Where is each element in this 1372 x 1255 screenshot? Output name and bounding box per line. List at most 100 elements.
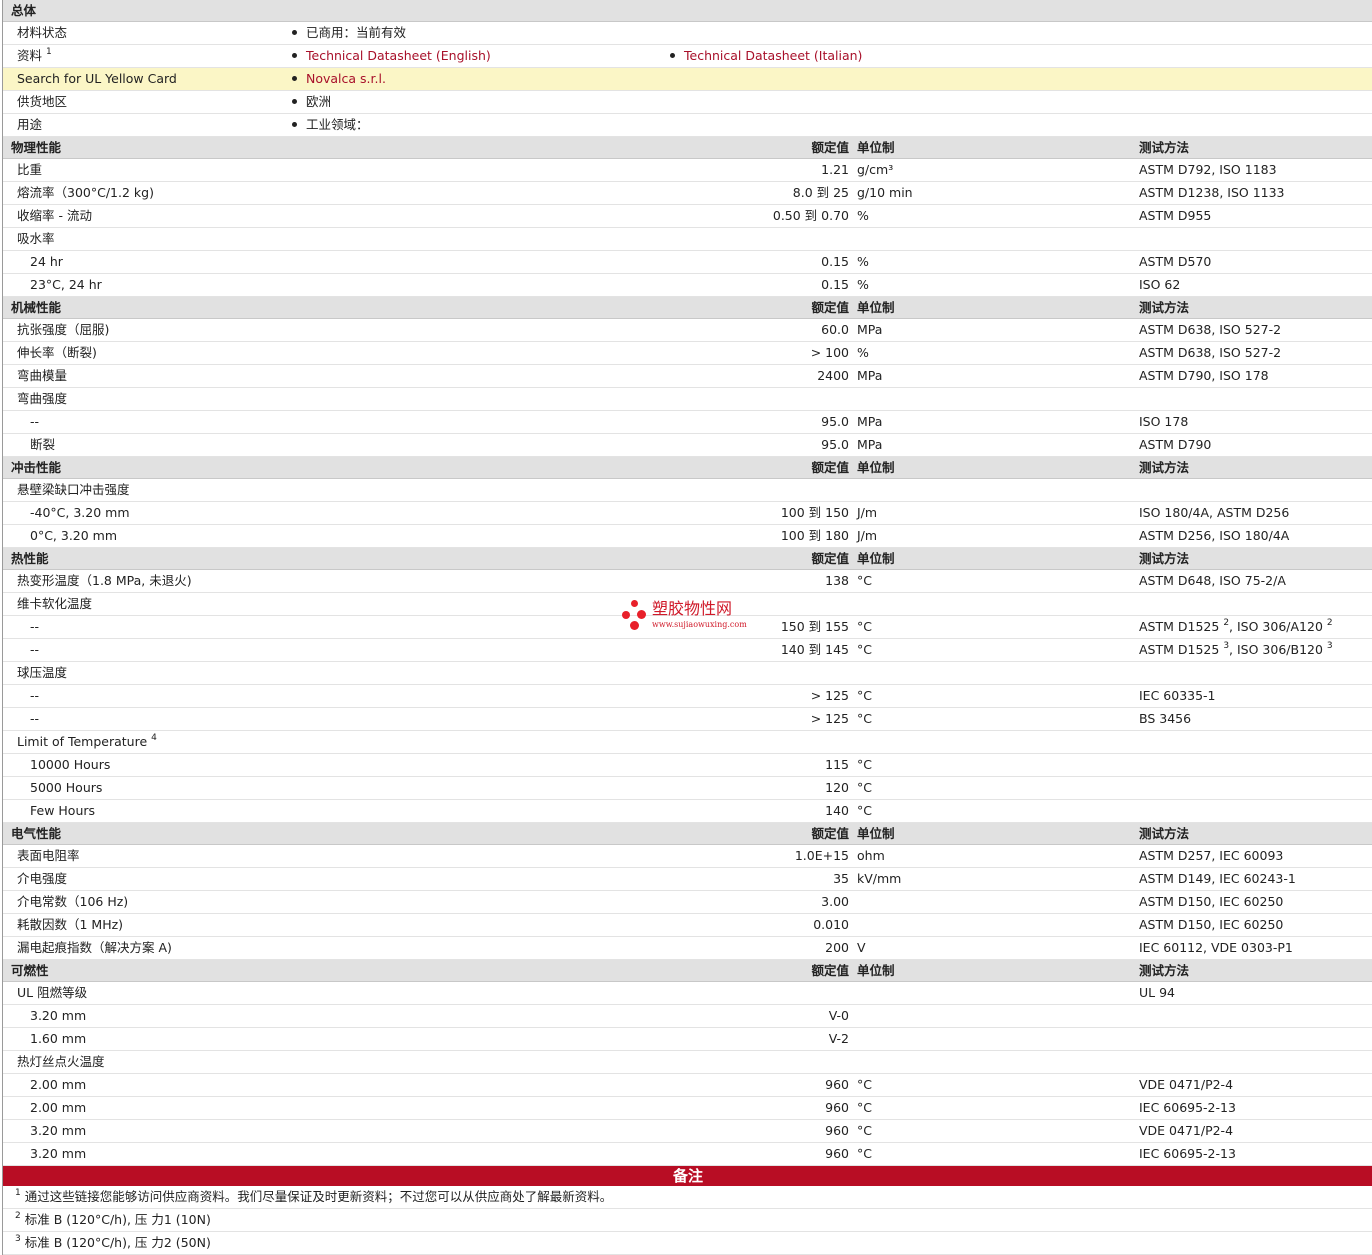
bullet-icon [292,122,297,127]
test-method-text: ASTM D1238, ISO 1133 [1139,185,1285,200]
method-column-header: 测试方法 [1139,826,1190,841]
property-value: 0.010 [813,917,849,932]
general-row-documents: 资料 1 Technical Datasheet (English) Techn… [3,45,1372,68]
test-method: ASTM D790 [1139,434,1211,456]
property-label-text: 5000 Hours [30,780,103,795]
property-label: 弯曲强度 [17,388,67,410]
test-method-text: ASTM D150, IEC 60250 [1139,894,1284,909]
property-label: 比重 [17,159,42,181]
test-method-text: ASTM D792, ISO 1183 [1139,162,1277,177]
note-text: 标准 B (120°C/h), 压 力2 (50N) [24,1235,211,1250]
section-header: 物理性能 额定值 单位制 测试方法 [3,137,1372,159]
test-method: IEC 60335-1 [1139,685,1216,707]
property-label: 介电强度 [17,868,67,890]
nominal-column-header: 额定值 [811,551,849,566]
property-value: 960 [825,1100,849,1115]
property-unit: J/m [857,505,878,520]
unit-column-header: 单位制 [857,460,895,475]
property-value: 1.21 [821,162,849,177]
property-label-text: 3.20 mm [30,1123,87,1138]
list-item: Technical Datasheet (English) [292,45,491,67]
property-label-text: 热灯丝点火温度 [17,1054,105,1069]
bullet-icon [292,30,297,35]
property-value: 960 [825,1146,849,1161]
unit-column-header: 单位制 [857,963,895,978]
property-value: 8.0 到 25 [792,185,849,200]
property-row: 抗张强度（屈服) 60.0 MPa ASTM D638, ISO 527-2 [3,319,1372,342]
property-label-text: -40°C, 3.20 mm [30,505,130,520]
test-method-text: ASTM D150, IEC 60250 [1139,917,1284,932]
property-value: > 100 [810,345,849,360]
test-method-text: ASTM D257, IEC 60093 [1139,848,1284,863]
test-method-text: ASTM D638, ISO 527-2 [1139,345,1282,360]
property-label-text: 3.20 mm [30,1008,87,1023]
test-method: ASTM D150, IEC 60250 [1139,891,1283,913]
property-row: 2.00 mm 960 °C IEC 60695-2-13 [3,1097,1372,1120]
property-unit: °C [857,573,872,588]
property-row: 1.60 mm V-2 [3,1028,1372,1051]
test-method: ASTM D257, IEC 60093 [1139,845,1283,867]
property-label-text: UL 阻燃等级 [17,985,88,1000]
section-title: 总体 [11,3,37,18]
property-row: 3.20 mm 960 °C VDE 0471/P2-4 [3,1120,1372,1143]
property-label-text: 2.00 mm [30,1077,87,1092]
property-label: 24 hr [30,251,63,273]
property-sections: 物理性能 额定值 单位制 测试方法 比重 1.21 g/cm³ ASTM D792, ISO … [3,137,1372,1166]
property-row: 表面电阻率 1.0E+15 ohm ASTM D257, IEC 60093 [3,845,1372,868]
test-method: BS 3456 [1139,708,1191,730]
property-row: 收缩率 - 流动 0.50 到 0.70% ASTM D955 [3,205,1372,228]
test-method: ASTM D150, IEC 60250 [1139,914,1283,936]
test-method-text: IEC 60695-2-13 [1139,1146,1236,1161]
property-row: 断裂 95.0 MPa ASTM D790 [3,434,1372,457]
property-row: 5000 Hours 120 °C [3,777,1372,800]
method-column-header: 测试方法 [1139,460,1190,475]
property-value: 35 [833,871,849,886]
supplier-link[interactable]: Novalca s.r.l. [306,71,386,86]
bullet-icon [292,53,297,58]
note-number: 3 [15,1234,21,1244]
property-label: 10000 Hours [30,754,110,776]
section-header: 热性能 额定值 单位制 测试方法 [3,548,1372,570]
property-value: V-0 [828,1008,849,1023]
property-value: > 125 [810,711,849,726]
section-title: 冲击性能 [11,460,62,475]
property-label-text: 24 hr [30,254,63,269]
list-item: 欧洲 [292,91,331,113]
property-row: 24 hr 0.15% ASTM D570 [3,251,1372,274]
property-row: 3.20 mm 960 °C IEC 60695-2-13 [3,1143,1372,1166]
footnote-ref: 2 [1223,618,1230,628]
datasheet-italian-link[interactable]: Technical Datasheet (Italian) [684,48,862,63]
property-unit: °C [857,688,872,703]
datasheet-english-link[interactable]: Technical Datasheet (English) [306,48,491,63]
row-label: 用途 [17,117,43,132]
property-row: 介电强度 35 kV/mm ASTM D149, IEC 60243-1 [3,868,1372,891]
property-value: 0.15 [821,277,849,292]
unit-column-header: 单位制 [857,551,895,566]
test-method-text: ASTM D648, ISO 75-2/A [1139,573,1286,588]
property-unit: °C [857,711,872,726]
property-row: 介电常数（106 Hz) 3.00 ASTM D150, IEC 60250 [3,891,1372,914]
unit-column-header: 单位制 [857,300,895,315]
property-unit: % [857,254,869,269]
section-header: 冲击性能 额定值 单位制 测试方法 [3,457,1372,479]
property-row: 弯曲强度 [3,388,1372,411]
property-label: -- [30,708,39,730]
property-row: 球压温度 [3,662,1372,685]
property-unit: °C [857,757,872,772]
property-row: 耗散因数（1 MHz) 0.010 ASTM D150, IEC 60250 [3,914,1372,937]
unit-column-header: 单位制 [857,140,895,155]
property-row: 伸长率（断裂) > 100% ASTM D638, ISO 527-2 [3,342,1372,365]
property-label: 1.60 mm [30,1028,86,1050]
note-content: 1 通过这些链接您能够访问供应商资料。我们尽量保证及时更新资料；不过您可以从供应… [15,1186,612,1208]
test-method: ASTM D1238, ISO 1133 [1139,182,1285,204]
property-label: 23°C, 24 hr [30,274,102,296]
method-column-header: 测试方法 [1139,963,1190,978]
test-method: ASTM D790, ISO 178 [1139,365,1269,387]
footnote-ref: 2 [1326,618,1333,628]
nominal-column-header: 额定值 [811,826,849,841]
test-method-text: ISO 180/4A, ASTM D256 [1139,505,1290,520]
property-label: 3.20 mm [30,1005,86,1027]
test-method-text: ASTM D1525 [1139,619,1220,634]
test-method: ASTM D638, ISO 527-2 [1139,342,1281,364]
property-label: 熔流率（300°C/1.2 kg) [17,182,154,204]
